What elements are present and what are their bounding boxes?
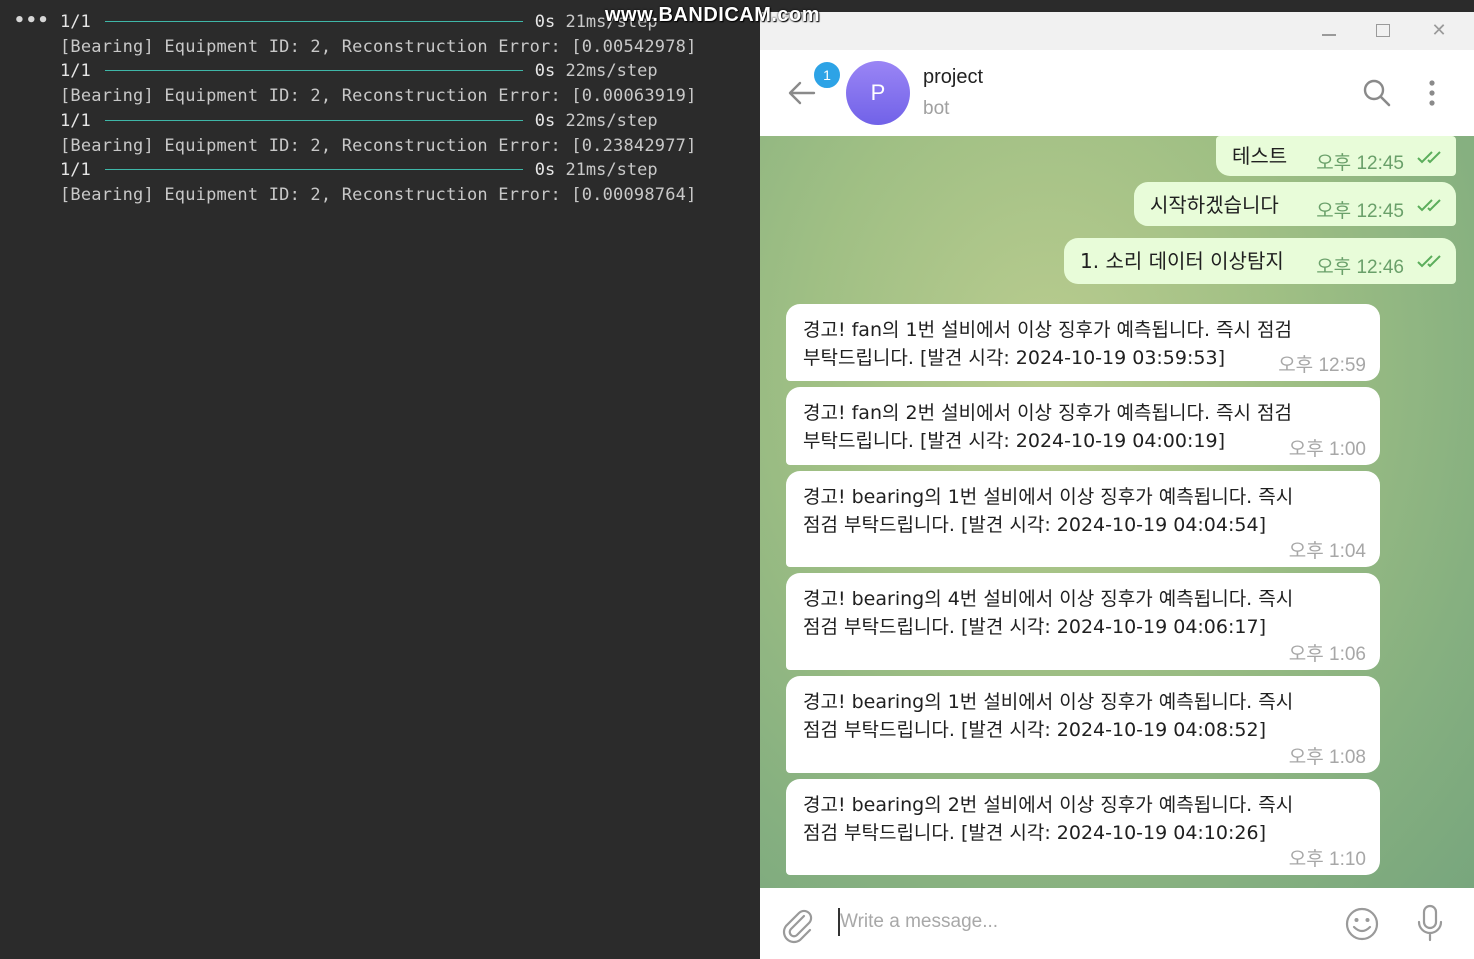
progress-time: 0s [534,61,556,81]
message-time: 오후 1:10 [1288,849,1366,870]
progress-bar [104,69,523,71]
message-text: 경고! fan의 2번 설비에서 이상 징후가 예측됩니다. 즉시 점검 부탁드… [803,399,1363,455]
progress-line: 1/1 0s 22ms/step [60,59,658,83]
paperclip-icon[interactable] [780,906,814,944]
chat-subtitle: bot [923,98,950,119]
progress-line: 1/1 0s 21ms/step [60,10,658,34]
progress-speed: 21ms/step [565,160,658,180]
progress-line: 1/1 0s 21ms/step [60,158,658,182]
minimize-icon[interactable] [1318,20,1340,42]
progress-batch: 1/1 [60,160,91,180]
outgoing-message[interactable]: 테스트 오후 12:45 [1216,136,1456,176]
progress-speed: 22ms/step [565,111,658,131]
progress-speed: 22ms/step [565,61,658,81]
chat-header: P 1 project bot [760,50,1474,136]
message-input[interactable] [840,902,1300,942]
incoming-message[interactable]: 경고! fan의 1번 설비에서 이상 징후가 예측됩니다. 즉시 점검 부탁드… [786,304,1380,381]
chat-title[interactable]: project [923,66,983,89]
emoji-icon[interactable] [1344,906,1380,942]
message-line: 경고! bearing의 4번 설비에서 이상 징후가 예측됩니다. 즉시 [803,588,1294,610]
message-time: 오후 1:08 [1288,747,1366,768]
message-line: 경고! fan의 2번 설비에서 이상 징후가 예측됩니다. 즉시 점검 [803,402,1292,424]
message-time: 오후 1:04 [1288,541,1366,562]
message-time: 오후 1:00 [1288,439,1366,460]
more-icon[interactable]: ••• [14,10,50,31]
progress-bar [104,168,523,170]
avatar[interactable]: P [846,61,910,125]
message-text: 1. 소리 데이터 이상탐지 [1080,249,1284,273]
progress-bar [104,119,523,121]
message-time: 오후 12:46 [1316,257,1404,278]
message-text: 테스트 [1232,144,1288,168]
message-line: 점검 부탁드립니다. [발견 시각: 2024-10-19 04:04:54] [803,514,1266,536]
double-check-icon [1417,255,1441,268]
log-line: [Bearing] Equipment ID: 2, Reconstructio… [60,136,697,156]
watermark: www.BANDICAM.com [605,4,821,26]
maximize-icon[interactable] [1372,20,1394,42]
terminal-panel: ••• 1/1 0s 21ms/step [Bearing] Equipment … [0,0,760,959]
incoming-message[interactable]: 경고! bearing의 4번 설비에서 이상 징후가 예측됩니다. 즉시 점검… [786,573,1380,670]
progress-time: 0s [534,160,556,180]
progress-time: 0s [534,111,556,131]
incoming-message[interactable]: 경고! bearing의 2번 설비에서 이상 징후가 예측됩니다. 즉시 점검… [786,779,1380,875]
microphone-icon[interactable] [1416,904,1444,942]
double-check-icon [1417,151,1441,164]
progress-batch: 1/1 [60,61,91,81]
window-titlebar: ✕ [760,12,1474,50]
search-icon[interactable] [1362,78,1392,108]
message-composer [760,888,1474,959]
progress-line: 1/1 0s 22ms/step [60,109,658,133]
log-line: [Bearing] Equipment ID: 2, Reconstructio… [60,37,697,57]
message-line: 부탁드립니다. [발견 시각: 2024-10-19 04:00:19] [803,430,1225,452]
close-icon[interactable]: ✕ [1428,20,1450,42]
message-line: 점검 부탁드립니다. [발견 시각: 2024-10-19 04:08:52] [803,719,1266,741]
message-time: 오후 12:59 [1278,355,1366,376]
message-line: 경고! bearing의 1번 설비에서 이상 징후가 예측됩니다. 즉시 [803,486,1294,508]
message-text: 시작하겠습니다 [1150,193,1279,217]
message-text: 경고! bearing의 1번 설비에서 이상 징후가 예측됩니다. 즉시 점검… [803,483,1363,539]
incoming-message[interactable]: 경고! fan의 2번 설비에서 이상 징후가 예측됩니다. 즉시 점검 부탁드… [786,387,1380,465]
outgoing-message[interactable]: 1. 소리 데이터 이상탐지 오후 12:46 [1064,238,1456,284]
incoming-message[interactable]: 경고! bearing의 1번 설비에서 이상 징후가 예측됩니다. 즉시 점검… [786,471,1380,567]
log-line: [Bearing] Equipment ID: 2, Reconstructio… [60,86,697,106]
progress-batch: 1/1 [60,12,91,32]
message-time: 오후 12:45 [1316,201,1404,222]
message-time: 오후 1:06 [1288,644,1366,665]
message-line: 경고! bearing의 1번 설비에서 이상 징후가 예측됩니다. 즉시 [803,691,1294,713]
message-time: 오후 12:45 [1316,153,1404,174]
log-line: [Bearing] Equipment ID: 2, Reconstructio… [60,185,697,205]
progress-batch: 1/1 [60,111,91,131]
message-line: 경고! fan의 1번 설비에서 이상 징후가 예측됩니다. 즉시 점검 [803,319,1292,341]
telegram-window: ✕ P 1 project bot 테스트 오후 12:45 시작하겠습니다 오… [760,12,1474,959]
message-text: 경고! bearing의 1번 설비에서 이상 징후가 예측됩니다. 즉시 점검… [803,688,1363,744]
more-vertical-icon[interactable] [1422,78,1442,108]
message-text: 경고! bearing의 2번 설비에서 이상 징후가 예측됩니다. 즉시 점검… [803,791,1363,847]
unread-badge: 1 [812,60,842,90]
message-line: 점검 부탁드립니다. [발견 시각: 2024-10-19 04:06:17] [803,616,1266,638]
outgoing-message[interactable]: 시작하겠습니다 오후 12:45 [1134,182,1456,226]
progress-time: 0s [534,12,556,32]
incoming-message[interactable]: 경고! bearing의 1번 설비에서 이상 징후가 예측됩니다. 즉시 점검… [786,676,1380,773]
message-line: 점검 부탁드립니다. [발견 시각: 2024-10-19 04:10:26] [803,822,1266,844]
progress-bar [104,20,523,22]
message-line: 경고! bearing의 2번 설비에서 이상 징후가 예측됩니다. 즉시 [803,794,1294,816]
double-check-icon [1417,199,1441,212]
message-list[interactable]: 테스트 오후 12:45 시작하겠습니다 오후 12:45 1. 소리 데이터 … [760,136,1474,888]
message-text: 경고! bearing의 4번 설비에서 이상 징후가 예측됩니다. 즉시 점검… [803,585,1363,641]
